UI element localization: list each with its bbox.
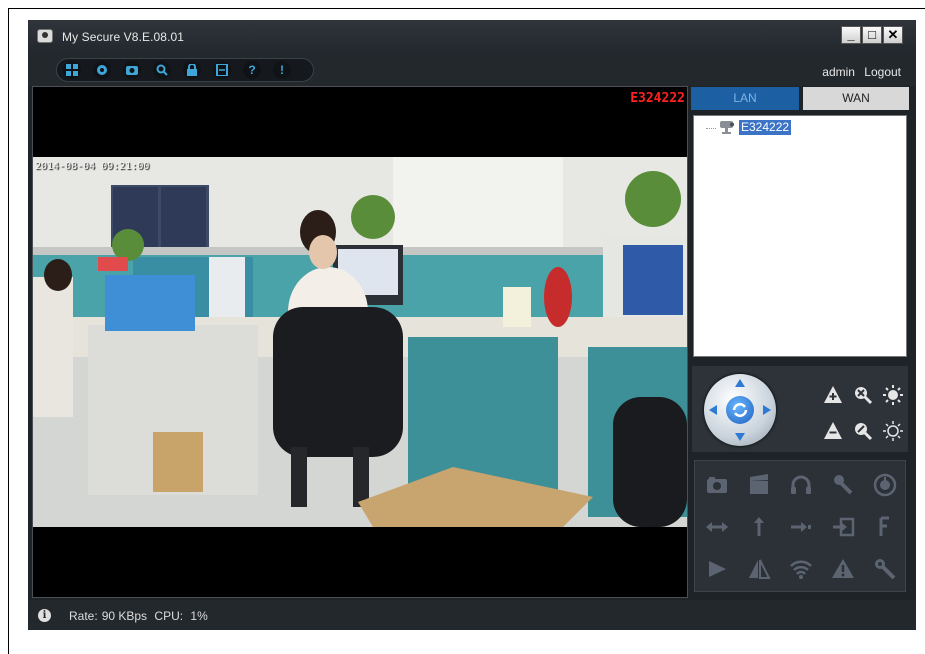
video-timestamp: 2014-08-04 09:21:00 xyxy=(35,161,150,172)
function-panel xyxy=(694,460,906,592)
grid-view-icon[interactable] xyxy=(63,61,81,79)
app-logo-icon xyxy=(37,29,53,43)
vertical-scan-icon[interactable] xyxy=(747,515,771,539)
tilt-up-arrow-icon[interactable] xyxy=(735,379,745,387)
move-icon[interactable] xyxy=(789,515,813,539)
auto-rotate-icon[interactable] xyxy=(726,396,754,424)
record-file-icon[interactable] xyxy=(213,61,231,79)
focus-near-icon[interactable] xyxy=(822,384,844,406)
rate-value: 90 KBps xyxy=(101,609,148,623)
focus-far-icon[interactable] xyxy=(822,420,844,442)
input-icon[interactable] xyxy=(831,515,855,539)
pan-left-arrow-icon[interactable] xyxy=(709,405,717,415)
snapshot-icon[interactable] xyxy=(123,61,141,79)
iris-close-icon[interactable] xyxy=(882,420,904,442)
pan-right-arrow-icon[interactable] xyxy=(763,405,771,415)
timer-icon[interactable] xyxy=(873,473,897,497)
wifi-icon[interactable] xyxy=(789,557,813,581)
snapshot-icon[interactable] xyxy=(705,473,729,497)
tab-wan[interactable]: WAN xyxy=(803,87,909,110)
help-icon[interactable]: ? xyxy=(243,61,261,79)
minimize-button[interactable]: _ xyxy=(841,26,861,44)
mirror-icon[interactable] xyxy=(747,557,771,581)
close-button[interactable]: ✕ xyxy=(883,26,903,44)
tilt-down-arrow-icon[interactable] xyxy=(735,433,745,441)
rate-label: Rate: xyxy=(69,609,98,623)
audio-icon[interactable] xyxy=(789,473,813,497)
camera-feed-image: 2014-08-04 09:21:00 xyxy=(33,157,687,527)
username-label: admin xyxy=(822,65,855,79)
app-title: My Secure V8.E.08.01 xyxy=(62,30,185,44)
info-icon: i xyxy=(38,609,51,622)
horizontal-scan-icon[interactable] xyxy=(705,515,729,539)
zoom-in-icon[interactable] xyxy=(852,384,874,406)
info-icon[interactable]: ! xyxy=(273,61,291,79)
device-item-e324222[interactable]: E324222 xyxy=(739,120,792,135)
logout-link[interactable]: Logout xyxy=(864,65,901,79)
flip-icon[interactable] xyxy=(873,515,897,539)
device-tree: E324222 xyxy=(693,115,907,357)
tab-bar: LAN WAN xyxy=(691,87,909,110)
pan-tilt-joystick[interactable] xyxy=(704,374,776,446)
title-bar[interactable]: My Secure V8.E.08.01 _ □ ✕ xyxy=(28,20,916,52)
tree-connector xyxy=(706,128,716,129)
cpu-value: 1% xyxy=(190,609,208,623)
cpu-label: CPU: xyxy=(154,609,184,623)
talk-icon[interactable] xyxy=(831,473,855,497)
ptz-panel xyxy=(692,366,908,452)
status-text: Rate: 90 KBps CPU: 1% xyxy=(69,609,212,623)
user-area: admin Logout xyxy=(816,65,901,79)
camera-id-overlay: E324222 xyxy=(630,91,685,106)
toolbar: ? ! admin Logout xyxy=(28,52,916,86)
lock-icon[interactable] xyxy=(183,61,201,79)
zoom-out-icon[interactable] xyxy=(852,420,874,442)
camera-icon xyxy=(718,120,736,139)
video-view[interactable]: E324222 2014-08-04 09:21:00 xyxy=(32,86,688,598)
tools-icon[interactable] xyxy=(873,557,897,581)
app-window: My Secure V8.E.08.01 _ □ ✕ ? ! admin Log… xyxy=(28,20,916,630)
tab-lan[interactable]: LAN xyxy=(691,87,799,110)
play-icon[interactable] xyxy=(705,557,729,581)
alarm-icon[interactable] xyxy=(831,557,855,581)
maximize-button[interactable]: □ xyxy=(862,26,882,44)
search-icon[interactable] xyxy=(153,61,171,79)
status-bar: i Rate: 90 KBps CPU: 1% xyxy=(28,600,916,630)
settings-icon[interactable] xyxy=(93,61,111,79)
record-icon[interactable] xyxy=(747,473,771,497)
iris-open-icon[interactable] xyxy=(882,384,904,406)
